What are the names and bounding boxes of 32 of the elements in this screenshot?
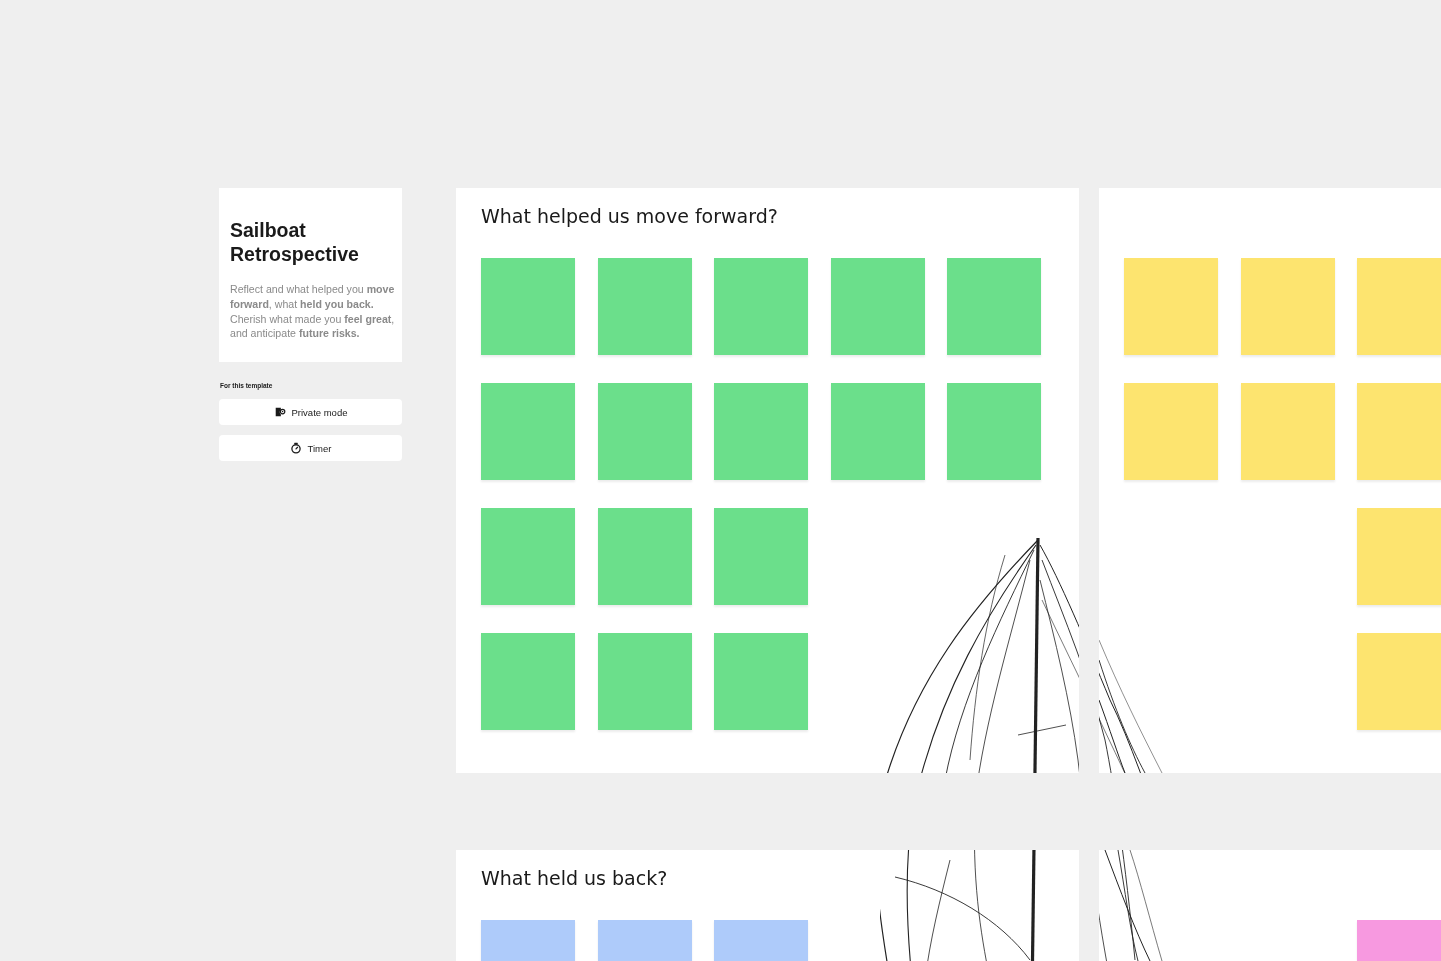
sticky-note[interactable]: [714, 633, 808, 730]
sticky-note[interactable]: [597, 508, 692, 605]
sticky-note[interactable]: [597, 633, 692, 730]
sticky-note[interactable]: [481, 508, 575, 605]
timer-icon: [289, 442, 302, 455]
sticky-note[interactable]: [1357, 383, 1441, 480]
sticky-note[interactable]: [1240, 383, 1335, 480]
template-title: Sailboat Retrospective: [230, 218, 360, 266]
sticky-note[interactable]: [481, 633, 575, 730]
frame-title: What helped us move forward?: [481, 204, 779, 229]
sticky-note[interactable]: [1357, 508, 1441, 605]
sticky-note[interactable]: [481, 383, 575, 480]
sticky-note[interactable]: [1357, 258, 1441, 355]
sticky-note[interactable]: [714, 383, 808, 480]
sticky-note[interactable]: [830, 383, 925, 480]
sticky-note[interactable]: [597, 383, 692, 480]
template-description: Reflect and what helped you move forward, what held you back. Cherish what made you feel great, and anticipate future risks.: [230, 282, 396, 342]
private-mode-button[interactable]: Private mode: [219, 399, 402, 426]
sticky-note[interactable]: [830, 258, 925, 355]
timer-button[interactable]: Timer: [219, 435, 402, 462]
sticky-note[interactable]: [1357, 633, 1441, 730]
sticky-note[interactable]: [714, 258, 808, 355]
sticky-note[interactable]: [1124, 258, 1218, 355]
sticky-note[interactable]: [1240, 258, 1335, 355]
sticky-note[interactable]: [1124, 383, 1218, 480]
sticky-note[interactable]: [947, 258, 1041, 355]
private-mode-icon: [273, 406, 286, 419]
sticky-note[interactable]: [597, 258, 692, 355]
sticky-note[interactable]: [481, 258, 575, 355]
sticky-note[interactable]: [714, 508, 808, 605]
sticky-note[interactable]: [947, 383, 1041, 480]
frame-title: What held us back?: [481, 866, 669, 891]
